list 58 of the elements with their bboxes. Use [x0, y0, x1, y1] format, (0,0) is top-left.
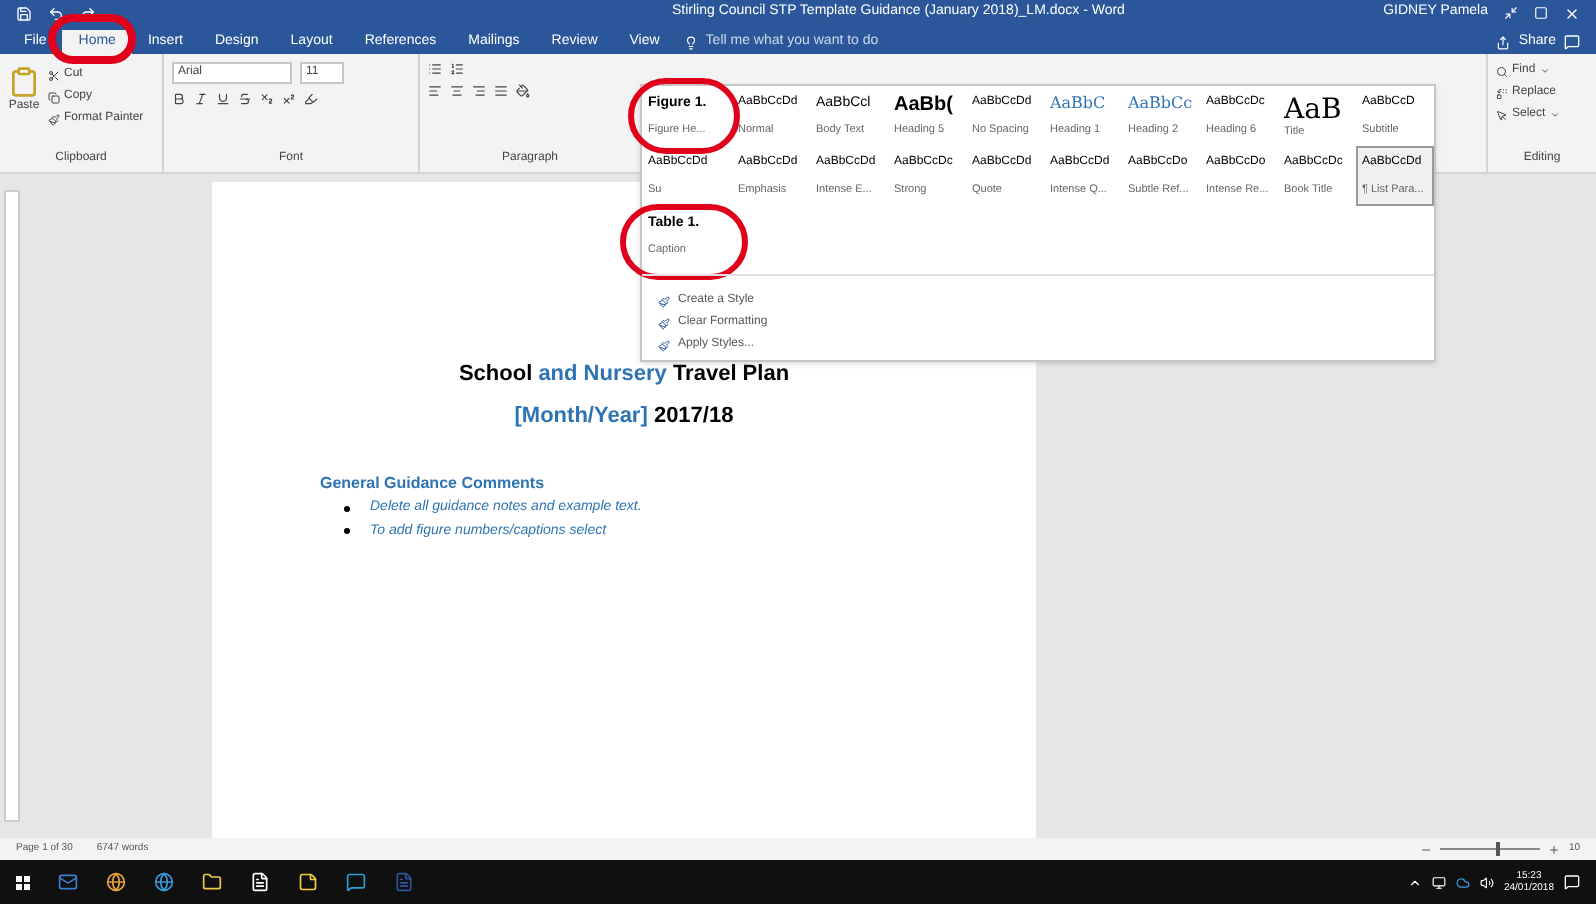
- sticky-note-icon[interactable]: [298, 872, 318, 892]
- bold-icon[interactable]: [172, 92, 186, 106]
- windows-icon[interactable]: [16, 875, 30, 889]
- cursor-icon: [1496, 109, 1508, 121]
- paintbrush-icon: [48, 113, 60, 125]
- bullet-icon: [344, 505, 350, 512]
- browser-icon[interactable]: [106, 872, 126, 892]
- scissors-icon: [48, 69, 60, 81]
- notification-icon[interactable]: [1564, 874, 1580, 890]
- subscript-icon[interactable]: [260, 92, 274, 106]
- underline-icon[interactable]: [216, 92, 230, 106]
- browser-icon[interactable]: [154, 872, 174, 892]
- shading-icon[interactable]: [516, 84, 530, 98]
- replace-icon: [1496, 87, 1508, 99]
- highlighter-icon[interactable]: [304, 92, 318, 106]
- save-icon[interactable]: [16, 5, 32, 21]
- align-left-icon[interactable]: [428, 84, 442, 98]
- caret-icon: [1539, 66, 1550, 76]
- document-title-text: and Nursery: [538, 360, 667, 390]
- minimize-icon[interactable]: [1504, 6, 1518, 20]
- zoom-thumb[interactable]: [1495, 842, 1500, 856]
- superscript-icon[interactable]: [282, 92, 296, 106]
- close-icon[interactable]: [1564, 5, 1580, 21]
- undo-icon[interactable]: [48, 5, 64, 21]
- comment-icon[interactable]: [1564, 34, 1580, 50]
- lightbulb-icon: [683, 35, 698, 49]
- copy-icon: [48, 91, 60, 103]
- section-heading: General Guidance Comments: [320, 472, 547, 496]
- numbered-list-icon[interactable]: [450, 62, 464, 76]
- style-icon: [658, 317, 670, 329]
- strikethrough-icon[interactable]: [238, 92, 252, 106]
- document-subtitle-text: [Month/Year]: [514, 401, 648, 431]
- chat-icon[interactable]: [346, 872, 366, 892]
- mail-icon[interactable]: [58, 872, 78, 892]
- volume-icon[interactable]: [1479, 875, 1494, 889]
- style-icon: [658, 295, 670, 307]
- italic-icon[interactable]: [194, 92, 208, 106]
- align-center-icon[interactable]: [450, 84, 464, 98]
- zoom-in-icon[interactable]: [1548, 843, 1561, 855]
- cloud-icon[interactable]: [1455, 875, 1470, 889]
- caret-icon: [1549, 110, 1560, 120]
- document-icon[interactable]: [250, 872, 270, 892]
- document-title-text: Travel Plan: [670, 360, 790, 390]
- folder-icon[interactable]: [202, 872, 222, 892]
- document-subtitle-text: 2017/18: [651, 401, 734, 431]
- restore-icon[interactable]: [1534, 6, 1548, 20]
- monitor-icon[interactable]: [1431, 875, 1446, 889]
- justify-icon[interactable]: [494, 84, 508, 98]
- chevron-up-icon[interactable]: [1407, 875, 1422, 889]
- document-title-text: School: [458, 360, 535, 390]
- bullet-icon: [344, 528, 350, 535]
- search-icon: [1496, 65, 1508, 77]
- align-right-icon[interactable]: [472, 84, 486, 98]
- bullet-list-icon[interactable]: [428, 62, 442, 76]
- share-icon: [1496, 35, 1511, 49]
- style-icon: [658, 339, 670, 351]
- word-icon[interactable]: [394, 872, 414, 892]
- clipboard-icon: [8, 66, 40, 98]
